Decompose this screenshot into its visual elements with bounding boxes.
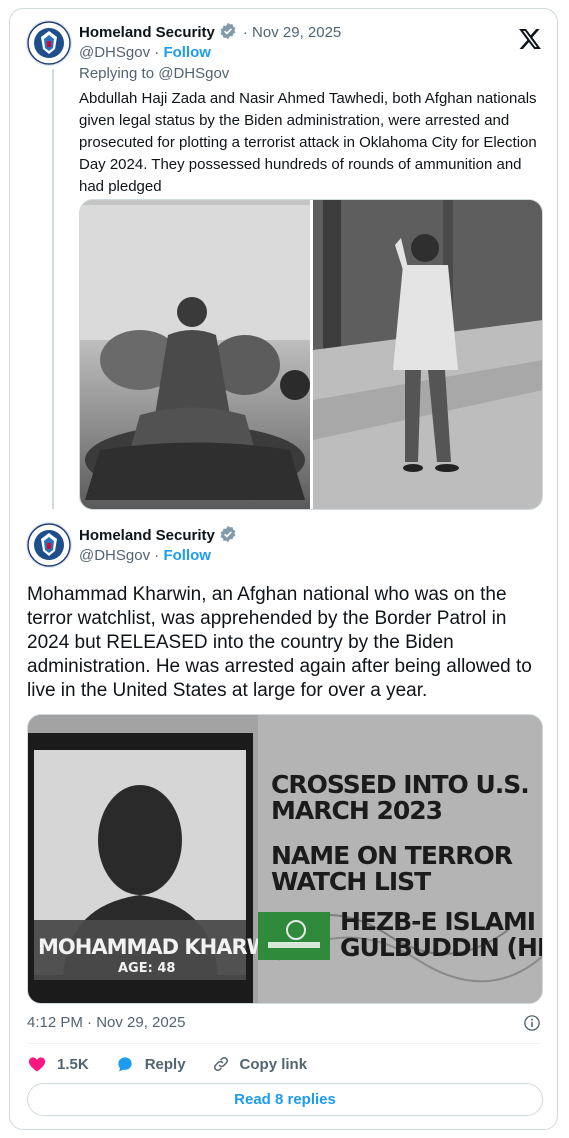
post-timestamp[interactable]: 4:12 PM · Nov 29, 2025 — [27, 1014, 185, 1031]
author-name-text: Homeland Security — [79, 24, 215, 41]
thread-line — [52, 69, 54, 509]
tweet-card: Homeland Security · Nov 29, 2025 @DHSgov … — [9, 8, 558, 1130]
graphic-name: MOHAMMAD KHARWIN — [38, 935, 293, 959]
photo-seated-man[interactable] — [80, 200, 310, 509]
separator: · — [150, 547, 164, 564]
x-logo-icon[interactable] — [519, 29, 541, 49]
divider — [27, 1043, 540, 1044]
action-bar: 1.5K Reply Copy link — [27, 1054, 333, 1074]
copy-link-label: Copy link — [239, 1055, 308, 1073]
tweet-text: Mohammad Kharwin, an Afghan national who… — [27, 584, 532, 701]
photo-seated-man-graphic — [80, 200, 310, 500]
replying-to: Replying to @DHSgov — [79, 65, 230, 82]
author-name-text: Homeland Security — [79, 527, 215, 544]
hig-flag-icon — [258, 912, 330, 960]
handle-row: @DHSgov · Follow — [79, 44, 211, 61]
separator: · — [150, 44, 164, 61]
handle-row: @DHSgov · Follow — [79, 547, 211, 564]
post-date[interactable]: · Nov 29, 2025 — [243, 24, 341, 41]
avatar[interactable] — [26, 522, 72, 568]
verified-badge-icon — [220, 22, 236, 40]
graphic-age: AGE: 48 — [118, 961, 176, 976]
copy-link-button[interactable]: Copy link — [212, 1055, 308, 1073]
date-text: Nov 29, 2025 — [252, 24, 342, 41]
date-prefix: · — [242, 24, 253, 41]
dhs-seal-icon — [27, 523, 71, 567]
reply-bubble-icon — [118, 1057, 132, 1072]
info-icon[interactable] — [523, 1014, 541, 1032]
link-icon — [213, 1056, 228, 1072]
follow-button[interactable]: Follow — [163, 44, 211, 61]
tweet-media[interactable] — [79, 199, 543, 510]
graphic-line-2: MARCH 2023 — [271, 796, 443, 825]
graphic-line-5: HEZB-E ISLAMI — [340, 907, 536, 936]
author-name[interactable]: Homeland Security — [79, 525, 237, 544]
tweet-media[interactable]: MOHAMMAD KHARWIN AGE: 48 CROSSED INTO U.… — [27, 714, 543, 1004]
verified-badge-icon — [220, 525, 236, 543]
graphic-line-3: NAME ON TERROR — [271, 841, 513, 870]
read-replies-button[interactable]: Read 8 replies — [27, 1083, 543, 1116]
graphic-line-6: GULBUDDIN (HIG) — [340, 933, 542, 962]
graphic-line-1: CROSSED INTO U.S. — [271, 770, 530, 799]
like-count: 1.5K — [57, 1055, 89, 1073]
photo-standing-man[interactable] — [312, 200, 542, 509]
photo-standing-man-graphic — [312, 200, 542, 509]
author-name[interactable]: Homeland Security · Nov 29, 2025 — [79, 22, 341, 41]
author-handle[interactable]: @DHSgov — [79, 44, 150, 61]
dhs-seal-icon — [27, 21, 71, 65]
author-handle[interactable]: @DHSgov — [79, 547, 150, 564]
reply-button[interactable]: Reply — [115, 1054, 186, 1074]
follow-button[interactable]: Follow — [163, 547, 211, 564]
heart-icon — [28, 1057, 46, 1072]
graphic-line-4: WATCH LIST — [271, 867, 431, 896]
reply-label: Reply — [144, 1055, 186, 1073]
tweet-text: Abdullah Haji Zada and Nasir Ahmed Tawhe… — [79, 90, 537, 195]
avatar[interactable] — [26, 20, 72, 66]
like-button[interactable]: 1.5K — [27, 1054, 89, 1074]
